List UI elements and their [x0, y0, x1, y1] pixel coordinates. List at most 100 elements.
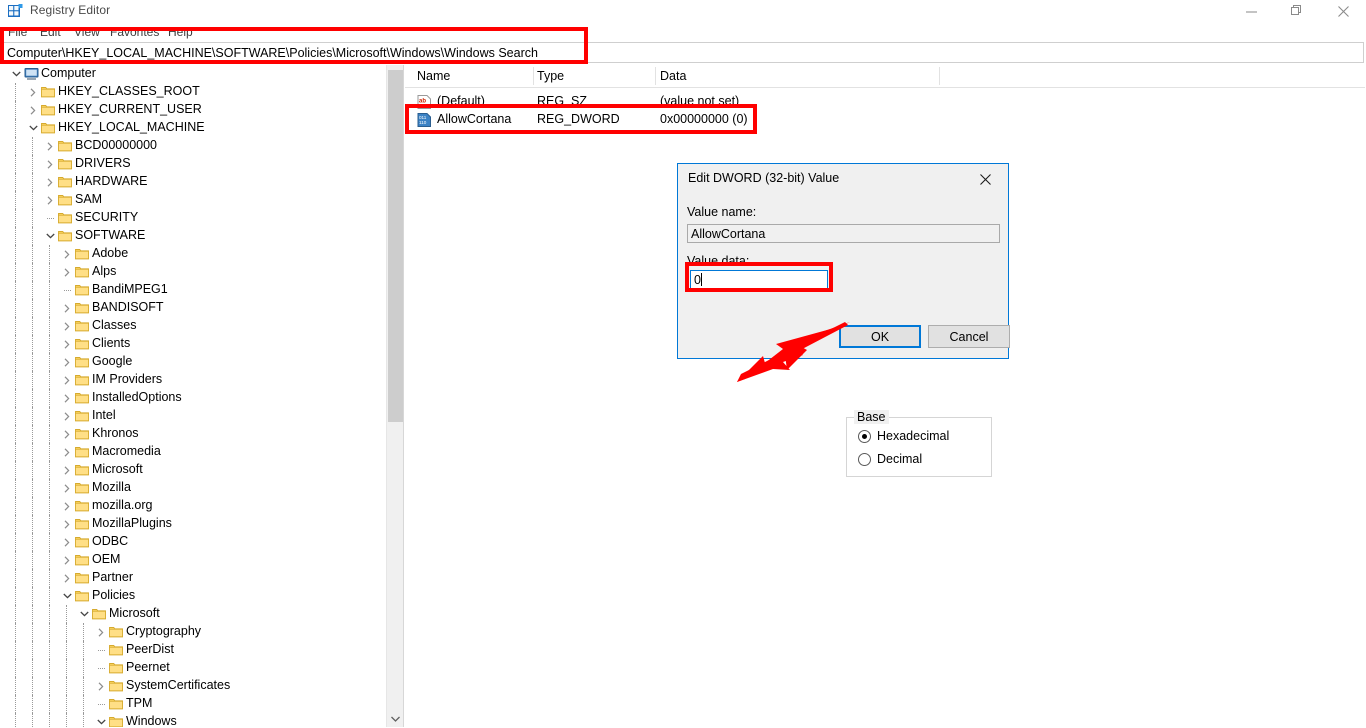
chevron-right-icon[interactable] [59, 335, 75, 353]
chevron-right-icon[interactable] [93, 677, 109, 695]
chevron-right-icon[interactable] [59, 371, 75, 389]
chevron-right-icon[interactable] [59, 443, 75, 461]
tree-item-oem[interactable]: OEM [1, 551, 388, 569]
chevron-right-icon[interactable] [25, 83, 41, 101]
chevron-right-icon[interactable] [59, 461, 75, 479]
menu-edit[interactable]: Edit [40, 25, 61, 39]
tree-scrollbar-thumb[interactable] [388, 70, 403, 422]
tree-item-bcd00000000[interactable]: BCD00000000 [1, 137, 388, 155]
tree-item-windows[interactable]: Windows [1, 713, 388, 727]
tree-item-peerdist[interactable]: PeerDist [1, 641, 388, 659]
tree-vertical-scrollbar[interactable] [386, 65, 403, 727]
chevron-right-icon[interactable] [59, 479, 75, 497]
tree-item-mozilla-org[interactable]: mozilla.org [1, 497, 388, 515]
folder-icon [75, 428, 89, 440]
chevron-right-icon[interactable] [59, 263, 75, 281]
tree-item-bandimpeg1[interactable]: BandiMPEG1 [1, 281, 388, 299]
chevron-down-icon[interactable] [42, 227, 58, 245]
tree-item-adobe[interactable]: Adobe [1, 245, 388, 263]
tree-item-hkey-current-user[interactable]: HKEY_CURRENT_USER [1, 101, 388, 119]
tree-item-clients[interactable]: Clients [1, 335, 388, 353]
tree-item-microsoft[interactable]: Microsoft [1, 461, 388, 479]
column-header-name[interactable]: Name [417, 69, 450, 83]
table-row[interactable]: ab (Default) REG_SZ (value not set) [405, 93, 1365, 111]
chevron-right-icon[interactable] [59, 515, 75, 533]
dialog-close-icon[interactable] [963, 164, 1008, 194]
chevron-down-icon[interactable] [25, 119, 41, 137]
tree-item-hkey-local-machine[interactable]: HKEY_LOCAL_MACHINE [1, 119, 388, 137]
tree-item-intel[interactable]: Intel [1, 407, 388, 425]
chevron-right-icon[interactable] [59, 299, 75, 317]
chevron-right-icon[interactable] [59, 533, 75, 551]
tree-item-policies[interactable]: Policies [1, 587, 388, 605]
tree-item-label: IM Providers [92, 372, 163, 386]
value-name-input[interactable]: AllowCortana [687, 224, 1000, 243]
tree-item-google[interactable]: Google [1, 353, 388, 371]
column-header-type[interactable]: Type [537, 69, 564, 83]
tree-item-peernet[interactable]: Peernet [1, 659, 388, 677]
ok-button[interactable]: OK [839, 325, 921, 348]
tree-item-microsoft[interactable]: Microsoft [1, 605, 388, 623]
chevron-right-icon[interactable] [42, 191, 58, 209]
tree-item-bandisoft[interactable]: BANDISOFT [1, 299, 388, 317]
menu-file[interactable]: File [8, 25, 27, 39]
chevron-right-icon[interactable] [59, 407, 75, 425]
menu-help[interactable]: Help [168, 25, 193, 39]
table-row[interactable]: 011 110 AllowCortana REG_DWORD 0x0000000… [405, 111, 1365, 129]
registry-tree-pane[interactable]: Computer HKEY_CLASSES_ROOT HKEY_CURRENT_US… [1, 65, 404, 727]
column-divider-1[interactable] [533, 67, 534, 85]
tree-item-alps[interactable]: Alps [1, 263, 388, 281]
chevron-right-icon[interactable] [25, 101, 41, 119]
tree-item-installedoptions[interactable]: InstalledOptions [1, 389, 388, 407]
chevron-right-icon[interactable] [42, 173, 58, 191]
chevron-right-icon[interactable] [59, 569, 75, 587]
close-window-button[interactable] [1320, 0, 1366, 22]
chevron-right-icon[interactable] [59, 317, 75, 335]
chevron-right-icon[interactable] [59, 389, 75, 407]
chevron-down-icon[interactable] [76, 605, 92, 623]
tree-item-drivers[interactable]: DRIVERS [1, 155, 388, 173]
tree-item-mozilla[interactable]: Mozilla [1, 479, 388, 497]
chevron-down-icon[interactable] [59, 587, 75, 605]
restore-button[interactable] [1274, 0, 1320, 22]
scroll-down-arrow[interactable] [387, 710, 404, 727]
chevron-right-icon[interactable] [42, 137, 58, 155]
tree-item-odbc[interactable]: ODBC [1, 533, 388, 551]
menu-view[interactable]: View [74, 25, 100, 39]
radio-decimal[interactable]: Decimal [858, 452, 922, 466]
minimize-button[interactable] [1228, 0, 1274, 22]
address-bar[interactable]: Computer\HKEY_LOCAL_MACHINE\SOFTWARE\Pol… [1, 42, 1364, 63]
column-divider-3[interactable] [939, 67, 940, 85]
chevron-right-icon[interactable] [59, 551, 75, 569]
chevron-right-icon[interactable] [59, 245, 75, 263]
tree-item-partner[interactable]: Partner [1, 569, 388, 587]
tree-item-khronos[interactable]: Khronos [1, 425, 388, 443]
tree-item-hkey-classes-root[interactable]: HKEY_CLASSES_ROOT [1, 83, 388, 101]
tree-item-im-providers[interactable]: IM Providers [1, 371, 388, 389]
chevron-right-icon[interactable] [59, 497, 75, 515]
tree-item-hardware[interactable]: HARDWARE [1, 173, 388, 191]
tree-item-classes[interactable]: Classes [1, 317, 388, 335]
tree-item-cryptography[interactable]: Cryptography [1, 623, 388, 641]
column-header-data[interactable]: Data [660, 69, 686, 83]
chevron-right-icon[interactable] [42, 155, 58, 173]
chevron-right-icon[interactable] [93, 623, 109, 641]
cancel-button[interactable]: Cancel [928, 325, 1010, 348]
tree-item-mozillaplugins[interactable]: MozillaPlugins [1, 515, 388, 533]
chevron-right-icon[interactable] [59, 425, 75, 443]
tree-item-security[interactable]: SECURITY [1, 209, 388, 227]
value-data-input[interactable]: 0 [690, 270, 828, 289]
tree-item-computer[interactable]: Computer [1, 65, 388, 83]
radio-hexadecimal[interactable]: Hexadecimal [858, 429, 949, 443]
folder-icon [75, 500, 89, 512]
chevron-right-icon[interactable] [59, 353, 75, 371]
tree-item-systemcertificates[interactable]: SystemCertificates [1, 677, 388, 695]
tree-item-sam[interactable]: SAM [1, 191, 388, 209]
tree-item-software[interactable]: SOFTWARE [1, 227, 388, 245]
chevron-down-icon[interactable] [8, 65, 24, 83]
menu-favorites[interactable]: Favorites [110, 25, 159, 39]
chevron-down-icon[interactable] [93, 713, 109, 727]
column-divider-2[interactable] [655, 67, 656, 85]
tree-item-macromedia[interactable]: Macromedia [1, 443, 388, 461]
tree-item-tpm[interactable]: TPM [1, 695, 388, 713]
